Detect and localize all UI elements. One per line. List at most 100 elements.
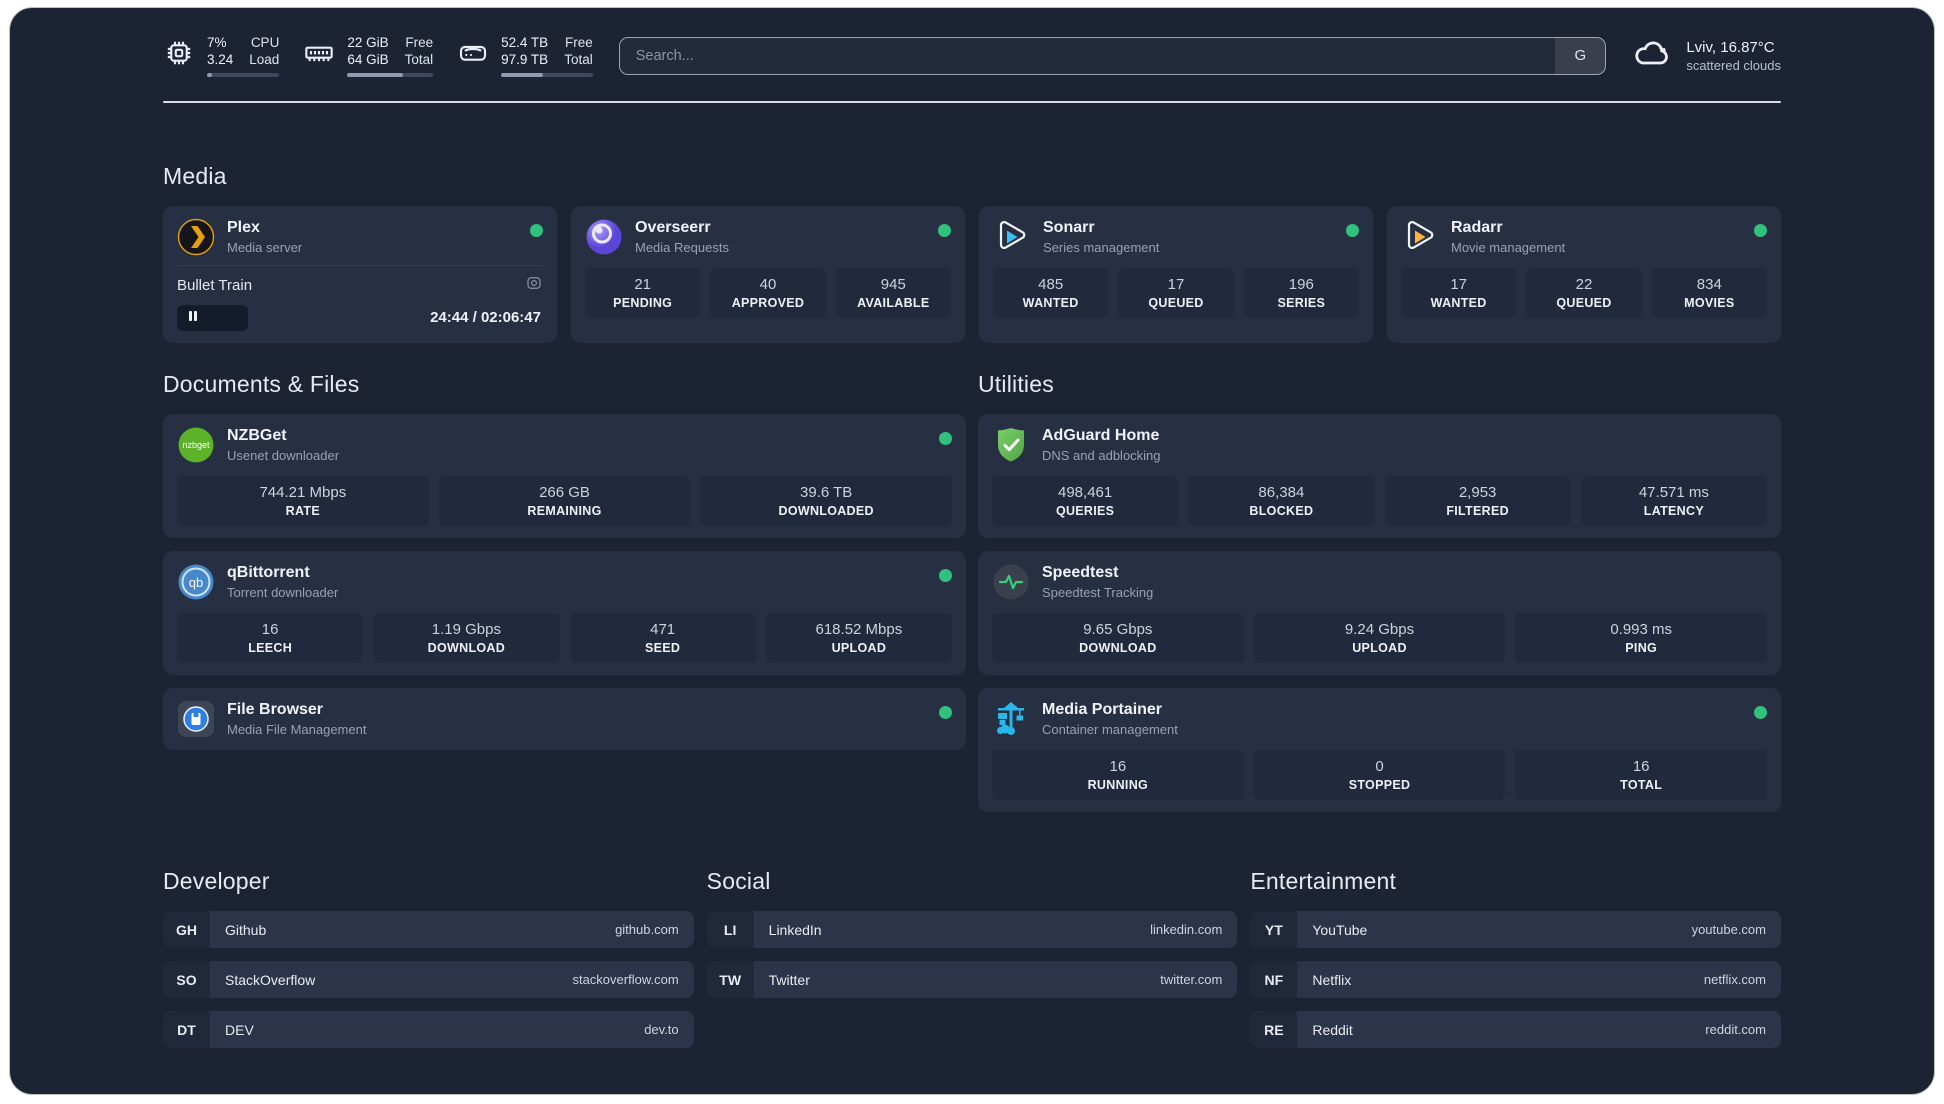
plex-now-playing: Bullet Train 24:44 / 02:06:47 bbox=[177, 265, 543, 331]
app-card-speedtest[interactable]: Speedtest Speedtest Tracking 9.65 Gbps DO… bbox=[978, 551, 1781, 675]
link-row-netflix[interactable]: NF Netflix netflix.com bbox=[1250, 961, 1781, 998]
link-url: netflix.com bbox=[1703, 972, 1766, 987]
radarr-icon bbox=[1401, 218, 1439, 256]
section-title-utilities: Utilities bbox=[978, 371, 1054, 397]
stat-label: FILTERED bbox=[1446, 504, 1509, 518]
link-main[interactable]: Twitter twitter.com bbox=[753, 961, 1238, 998]
stat-value: 471 bbox=[650, 621, 676, 638]
stat-value: 40 bbox=[759, 276, 777, 293]
filebrowser-icon bbox=[177, 700, 215, 738]
app-name: Plex bbox=[227, 219, 260, 236]
link-abbr: GH bbox=[163, 911, 210, 948]
portainer-icon bbox=[992, 700, 1030, 738]
app-card-qbittorrent[interactable]: qb qBittorrent Torrent downloader 16 LEEC… bbox=[163, 551, 966, 675]
stat-value: 86,384 bbox=[1258, 484, 1305, 501]
app-card-nzbget[interactable]: nzbget NZBGet Usenet downloader 744.21 M… bbox=[163, 414, 966, 538]
link-row-twitter[interactable]: TW Twitter twitter.com bbox=[706, 961, 1238, 998]
link-abbr: RE bbox=[1250, 1011, 1298, 1048]
link-main[interactable]: Github github.com bbox=[210, 911, 694, 948]
app-name: NZBGet bbox=[227, 427, 287, 444]
app-card-filebrowser[interactable]: File Browser Media File Management bbox=[163, 688, 966, 750]
stat-box: 40 APPROVED bbox=[710, 268, 826, 318]
cpu-usage-value: 7% bbox=[207, 35, 227, 50]
app-name: File Browser bbox=[227, 701, 324, 718]
app-desc: Media server bbox=[227, 240, 303, 255]
link-name: Netflix bbox=[1312, 971, 1352, 988]
stat-label: TOTAL bbox=[1620, 778, 1663, 792]
link-main[interactable]: Reddit reddit.com bbox=[1297, 1011, 1781, 1048]
link-url: twitter.com bbox=[1160, 972, 1223, 987]
search-input[interactable] bbox=[619, 37, 1556, 74]
app-card-adguard[interactable]: AdGuard Home DNS and adblocking 498,461 Q… bbox=[978, 414, 1781, 538]
stat-box: 9.65 Gbps DOWNLOAD bbox=[992, 613, 1244, 663]
link-abbr: LI bbox=[706, 911, 754, 948]
stat-value: 1.19 Gbps bbox=[431, 621, 501, 638]
stat-label: QUEUED bbox=[1556, 296, 1612, 310]
stat-box: 16 TOTAL bbox=[1515, 750, 1768, 800]
stat-value: 744.21 Mbps bbox=[259, 484, 347, 501]
stat-label: SEED bbox=[645, 641, 681, 655]
ram-progress-bar bbox=[347, 73, 434, 77]
weather-condition: scattered clouds bbox=[1686, 57, 1781, 73]
stat-value: 17 bbox=[1450, 276, 1467, 293]
app-card-overseerr[interactable]: Overseerr Media Requests 21 PENDING 40 APPR… bbox=[571, 206, 965, 343]
status-dot bbox=[1346, 224, 1359, 237]
app-desc: Container management bbox=[1042, 722, 1178, 737]
status-dot bbox=[530, 224, 543, 237]
stat-box: 9.24 Gbps UPLOAD bbox=[1253, 613, 1506, 663]
app-card-portainer[interactable]: Media Portainer Container management 16 R… bbox=[978, 688, 1781, 812]
link-row-dev[interactable]: DT DEV dev.to bbox=[163, 1011, 694, 1048]
section-title-documents: Documents & Files bbox=[163, 371, 360, 397]
link-row-youtube[interactable]: YT YouTube youtube.com bbox=[1250, 911, 1781, 948]
app-card-plex[interactable]: Plex Media server Bullet Train 24:44 / 0… bbox=[163, 206, 557, 343]
stat-box: 47.571 ms LATENCY bbox=[1580, 476, 1767, 526]
search-engine-button[interactable]: G bbox=[1555, 37, 1606, 74]
stat-label: DOWNLOAD bbox=[427, 641, 506, 655]
playback-time: 24:44 / 02:06:47 bbox=[430, 309, 541, 326]
link-main[interactable]: StackOverflow stackoverflow.com bbox=[210, 961, 694, 998]
link-main[interactable]: Netflix netflix.com bbox=[1297, 961, 1781, 998]
link-main[interactable]: DEV dev.to bbox=[210, 1011, 694, 1048]
app-card-radarr[interactable]: Radarr Movie management 17 WANTED 22 QUEUED… bbox=[1387, 206, 1781, 343]
link-row-github[interactable]: GH Github github.com bbox=[163, 911, 694, 948]
section-title-social: Social bbox=[706, 868, 771, 894]
disk-icon bbox=[457, 37, 489, 74]
stat-label: WANTED bbox=[1430, 296, 1487, 310]
cloud-icon bbox=[1632, 36, 1672, 75]
speedtest-icon bbox=[992, 563, 1030, 601]
link-name: Reddit bbox=[1312, 1021, 1353, 1038]
app-card-sonarr[interactable]: Sonarr Series management 485 WANTED 17 QUEU… bbox=[979, 206, 1373, 343]
camera-icon[interactable] bbox=[525, 274, 543, 297]
link-row-reddit[interactable]: RE Reddit reddit.com bbox=[1250, 1011, 1781, 1048]
qbittorrent-icon: qb bbox=[177, 563, 215, 601]
nzbget-icon: nzbget bbox=[177, 426, 215, 464]
stat-box: 16 RUNNING bbox=[992, 750, 1244, 800]
app-name: Overseerr bbox=[635, 219, 711, 236]
app-desc: Speedtest Tracking bbox=[1042, 585, 1154, 600]
stat-box: 945 AVAILABLE bbox=[835, 268, 951, 318]
section-title-developer: Developer bbox=[163, 868, 270, 894]
stat-label: BLOCKED bbox=[1249, 504, 1314, 518]
link-name: Github bbox=[225, 921, 267, 938]
app-desc: Media Requests bbox=[635, 240, 729, 255]
link-row-linkedin[interactable]: LI LinkedIn linkedin.com bbox=[706, 911, 1238, 948]
stat-box: 744.21 Mbps RATE bbox=[177, 476, 429, 526]
playback-progress-bar[interactable]: 24:44 / 02:06:47 bbox=[177, 305, 543, 331]
link-main[interactable]: LinkedIn linkedin.com bbox=[753, 911, 1238, 948]
link-row-stackoverflow[interactable]: SO StackOverflow stackoverflow.com bbox=[163, 961, 694, 998]
stat-box: 196 SERIES bbox=[1243, 268, 1359, 318]
link-url: stackoverflow.com bbox=[572, 972, 679, 987]
disk-progress-bar bbox=[501, 73, 593, 77]
link-main[interactable]: YouTube youtube.com bbox=[1297, 911, 1781, 948]
section-title-entertainment: Entertainment bbox=[1250, 868, 1397, 894]
stat-value: 0.993 ms bbox=[1610, 621, 1673, 638]
plex-icon bbox=[177, 218, 215, 256]
link-name: StackOverflow bbox=[225, 971, 316, 988]
stat-box: 1.19 Gbps DOWNLOAD bbox=[373, 613, 560, 663]
stat-box: 17 QUEUED bbox=[1118, 268, 1234, 318]
stat-value: 16 bbox=[1109, 758, 1127, 775]
stat-value: 2,953 bbox=[1458, 484, 1497, 501]
link-url: github.com bbox=[615, 922, 679, 937]
pause-icon[interactable] bbox=[187, 309, 199, 327]
stat-label: QUEUED bbox=[1148, 296, 1204, 310]
